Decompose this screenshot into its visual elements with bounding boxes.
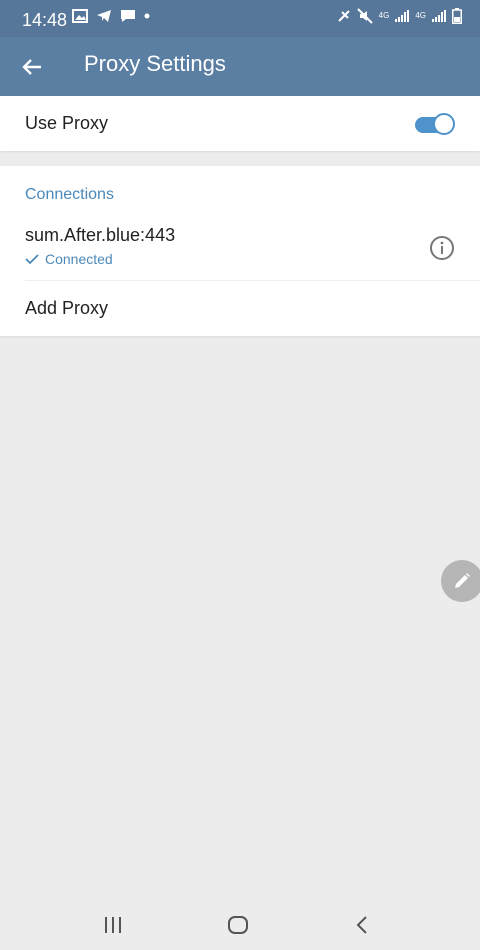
use-proxy-toggle[interactable] <box>413 113 455 135</box>
arrow-left-icon <box>22 59 41 75</box>
nav-back-icon <box>356 916 367 934</box>
status-bar: 14:48 4G 4G <box>0 0 480 37</box>
signal-icon <box>395 10 410 22</box>
pencil-icon <box>455 573 470 588</box>
edit-button[interactable] <box>441 560 480 602</box>
navigation-bar <box>0 900 480 950</box>
info-icon <box>430 236 454 260</box>
add-proxy-button[interactable]: Add Proxy <box>0 281 480 336</box>
gallery-icon <box>72 9 88 23</box>
add-proxy-label: Add Proxy <box>25 298 109 318</box>
system-icons: 4G 4G <box>337 8 462 24</box>
toggle-knob <box>433 113 455 135</box>
page-title: Proxy Settings <box>84 51 226 76</box>
status-time: 14:48 <box>22 10 68 30</box>
network-type-label-2: 4G <box>415 11 426 20</box>
connections-header: Connections <box>25 186 114 203</box>
battery-icon <box>452 8 462 24</box>
nav-back-button[interactable] <box>343 910 383 940</box>
telegram-icon <box>97 10 111 22</box>
recents-button[interactable] <box>93 910 133 940</box>
proxy-address: sum.After.blue:443 <box>25 225 176 245</box>
use-proxy-row[interactable]: Use Proxy <box>0 96 480 151</box>
app-bar: Proxy Settings <box>0 37 480 96</box>
network-type-label: 4G <box>378 11 390 20</box>
recents-icon <box>105 917 121 933</box>
signal-icon-2 <box>432 10 446 22</box>
message-icon <box>121 10 135 22</box>
info-button[interactable] <box>429 235 455 261</box>
mute-icon <box>356 8 373 24</box>
connections-section: Connections sum.After.blue:443 Connected… <box>0 166 480 336</box>
vibrate-off-icon <box>337 10 350 22</box>
notification-icons <box>72 9 150 23</box>
use-proxy-label: Use Proxy <box>25 113 109 133</box>
dot-icon <box>144 13 150 19</box>
check-icon <box>25 254 39 265</box>
back-button[interactable] <box>14 49 50 85</box>
home-button[interactable] <box>218 910 258 940</box>
proxy-status: Connected <box>25 251 113 267</box>
proxy-settings-screen: 14:48 4G 4G Proxy Settings Use Proxy Con… <box>0 0 480 950</box>
proxy-status-text: Connected <box>45 251 113 267</box>
proxy-item[interactable]: sum.After.blue:443 Connected <box>0 216 480 280</box>
home-icon <box>228 916 248 934</box>
